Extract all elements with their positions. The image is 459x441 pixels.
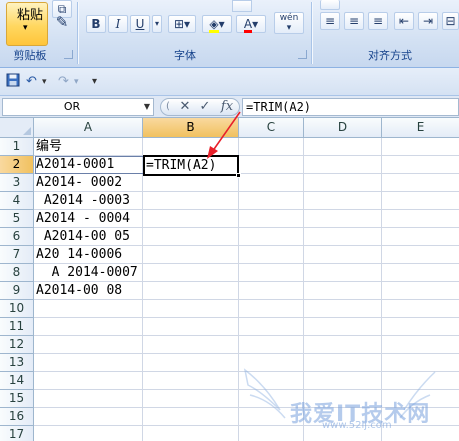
save-icon[interactable]: [6, 73, 20, 91]
chevron-down-icon[interactable]: ▼: [144, 99, 150, 115]
formula-buttons: ( ✕ ✓ fx: [160, 98, 240, 116]
column-header-b[interactable]: B: [143, 118, 239, 138]
bold-button[interactable]: B: [86, 15, 106, 33]
format-painter-icon[interactable]: ✎: [52, 14, 72, 32]
decrease-indent-icon[interactable]: ⇤: [394, 12, 414, 30]
row-header-7[interactable]: 7: [0, 246, 34, 264]
align-left-icon[interactable]: ≡: [320, 12, 340, 30]
align-top-row-icon[interactable]: [320, 0, 340, 10]
column-header-a[interactable]: A: [34, 118, 143, 138]
row-header-1[interactable]: 1: [0, 138, 34, 156]
quick-access-toolbar: ↶ ▾ ↷ ▾ ▾: [0, 68, 459, 96]
chevron-down-icon: ▾: [23, 23, 28, 33]
row-header-9[interactable]: 9: [0, 282, 34, 300]
row-header-3[interactable]: 3: [0, 174, 34, 192]
name-box[interactable]: OR ▼: [2, 98, 154, 116]
row-header-17[interactable]: 17: [0, 426, 34, 441]
fill-color-icon[interactable]: ◈▾: [202, 15, 232, 33]
underline-dropdown[interactable]: ▾: [152, 15, 162, 33]
row-header-10[interactable]: 10: [0, 300, 34, 318]
undo-dropdown-icon[interactable]: ▾: [42, 73, 47, 91]
paste-label: 粘贴: [17, 8, 44, 23]
row-header-16[interactable]: 16: [0, 408, 34, 426]
row-header-11[interactable]: 11: [0, 318, 34, 336]
active-cell-b2[interactable]: =TRIM(A2): [143, 155, 241, 178]
row-header-14[interactable]: 14: [0, 372, 34, 390]
fill-handle[interactable]: [236, 173, 241, 178]
font-group-label: 字体: [174, 49, 196, 62]
formula-input[interactable]: =TRIM(A2): [242, 98, 459, 116]
cell-a9[interactable]: A2014-00 08: [36, 282, 122, 300]
cell-a2[interactable]: A2014-0001: [36, 156, 114, 174]
cell-a1[interactable]: 编号: [36, 138, 62, 156]
column-header-e[interactable]: E: [382, 118, 459, 138]
cell-a8[interactable]: A 2014-0007: [36, 264, 138, 282]
row-header-4[interactable]: 4: [0, 192, 34, 210]
borders-icon[interactable]: ⊞▾: [168, 15, 196, 33]
cancel-icon[interactable]: ✕: [177, 99, 193, 115]
font-color-icon: A: [243, 17, 253, 33]
formula-bar: OR ▼ ( ✕ ✓ fx =TRIM(A2): [0, 96, 459, 118]
row-header-12[interactable]: 12: [0, 336, 34, 354]
clipboard-dialog-launcher[interactable]: [64, 50, 73, 59]
cell-a5[interactable]: A2014 - 0004: [36, 210, 130, 228]
merge-center-icon[interactable]: ⊟: [442, 12, 459, 30]
spreadsheet-grid: A B C D E 1 2 3 4 5 6 7 8 9 10 11 12 13 …: [0, 118, 459, 441]
undo-icon[interactable]: ↶: [26, 73, 37, 91]
redo-icon[interactable]: ↷: [58, 73, 69, 91]
phonetic-label: wén: [279, 13, 299, 23]
align-right-icon[interactable]: ≡: [368, 12, 388, 30]
select-all-corner[interactable]: [0, 118, 34, 138]
insert-function-button[interactable]: fx: [217, 99, 237, 115]
row-header-6[interactable]: 6: [0, 228, 34, 246]
alignment-group-label: 对齐方式: [368, 49, 412, 62]
increase-indent-icon[interactable]: ⇥: [418, 12, 438, 30]
row-header-8[interactable]: 8: [0, 264, 34, 282]
redo-dropdown-icon[interactable]: ▾: [74, 73, 79, 91]
row-header-15[interactable]: 15: [0, 390, 34, 408]
font-dialog-launcher[interactable]: [298, 50, 307, 59]
paste-button[interactable]: 粘贴 ▾: [6, 2, 48, 46]
cell-a4[interactable]: A2014 -0003: [36, 192, 130, 210]
row-header-13[interactable]: 13: [0, 354, 34, 372]
underline-button[interactable]: U: [130, 15, 150, 33]
align-center-icon[interactable]: ≡: [344, 12, 364, 30]
cell-a6[interactable]: A2014-00 05: [36, 228, 130, 246]
ribbon: 粘贴 ▾ ⧉ ✎ 剪贴板 B I U ▾ ⊞▾ ◈▾ A▾ wén ▾ 字体 ≡ …: [0, 0, 459, 68]
customize-qat-icon[interactable]: ▾: [92, 73, 97, 91]
group-divider: [311, 2, 312, 64]
clipboard-group-label: 剪贴板: [13, 49, 47, 62]
phonetic-guide-button[interactable]: wén ▾: [274, 12, 304, 34]
column-header-d[interactable]: D: [304, 118, 382, 138]
watermark-url: www.52ij.com: [322, 420, 392, 431]
row-header-5[interactable]: 5: [0, 210, 34, 228]
cell-b2: =TRIM(A2): [146, 158, 217, 173]
italic-button[interactable]: I: [108, 15, 128, 33]
font-size-dropdown[interactable]: [232, 0, 252, 12]
enter-icon[interactable]: ✓: [197, 99, 213, 115]
font-color-button[interactable]: A▾: [236, 15, 266, 33]
row-header-2[interactable]: 2: [0, 156, 34, 174]
cell-a7[interactable]: A20 14-0006: [36, 246, 122, 264]
group-divider: [77, 2, 78, 64]
name-box-value: OR: [63, 100, 81, 113]
drag-handle-icon[interactable]: (: [163, 99, 173, 115]
cell-a3[interactable]: A2014- 0002: [36, 174, 122, 192]
column-header-c[interactable]: C: [239, 118, 304, 138]
